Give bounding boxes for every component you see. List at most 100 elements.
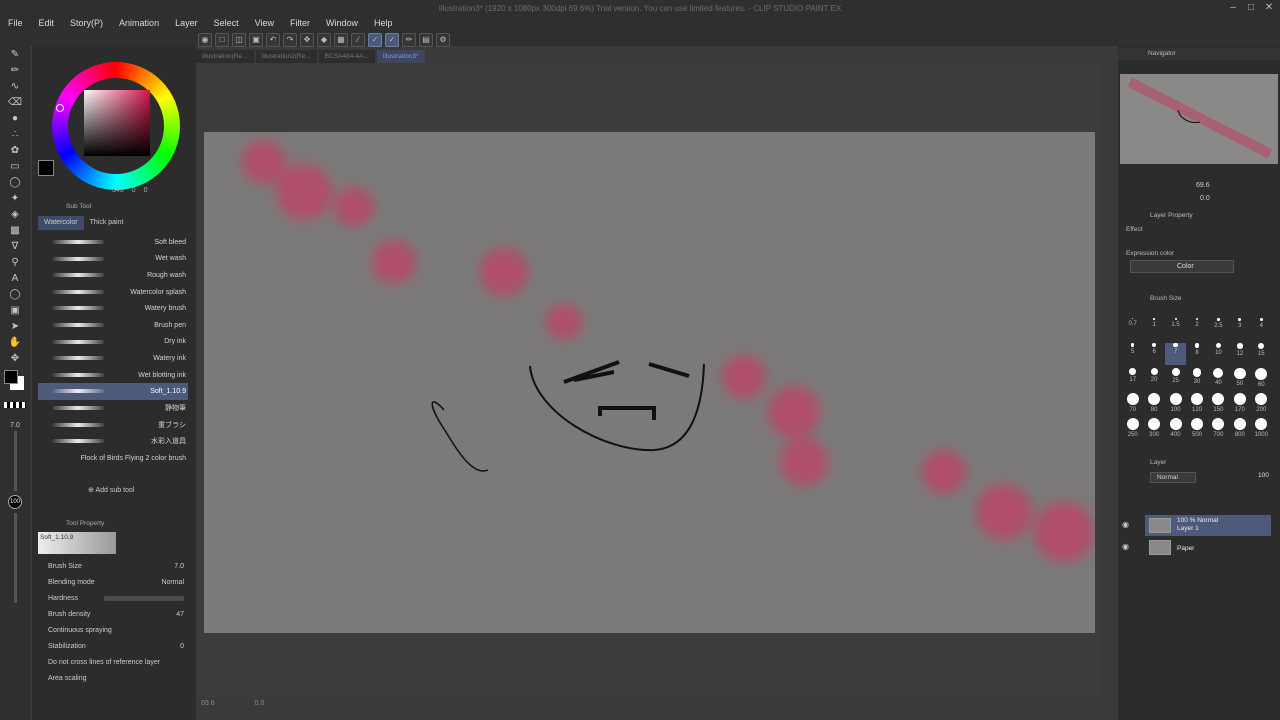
brush-size-cell[interactable]: 40	[1208, 368, 1229, 390]
hardness-slider[interactable]	[104, 595, 184, 601]
menu-select[interactable]: Select	[206, 18, 247, 28]
blending-select[interactable]: Normal	[161, 579, 184, 586]
stabilization-row[interactable]: Stabilization 0	[38, 638, 194, 654]
save-icon[interactable]: ▣	[249, 33, 263, 47]
redo-icon[interactable]: ↷	[283, 33, 297, 47]
brush-size-value[interactable]: 7.0	[174, 563, 184, 570]
menu-animation[interactable]: Animation	[111, 18, 167, 28]
brush-item[interactable]: Watercolor splash	[38, 284, 188, 301]
navigator-angle[interactable]: 0.0	[1200, 195, 1210, 202]
brush-size-cell[interactable]: 1.5	[1165, 318, 1186, 340]
brush-size-cell[interactable]: 7	[1164, 343, 1187, 365]
brush-item[interactable]: Rough wash	[38, 267, 188, 284]
brush-item[interactable]: Wet blotting ink	[38, 367, 188, 384]
menu-layer[interactable]: Layer	[167, 18, 206, 28]
brush-size-cell[interactable]: 500	[1186, 418, 1207, 440]
brush-size-cell[interactable]: 1	[1143, 318, 1164, 340]
opacity-slider-track[interactable]	[14, 513, 17, 603]
saturation-value-square[interactable]	[84, 90, 150, 156]
brush-size-cell[interactable]: 30	[1186, 368, 1207, 390]
move-tool-icon[interactable]: ✥	[6, 352, 24, 366]
eye-icon[interactable]: ◉	[1122, 520, 1129, 529]
figure-tool-icon[interactable]: ▭	[6, 160, 24, 174]
brush-size-cell[interactable]: 250	[1122, 418, 1143, 440]
app-icon[interactable]: ◉	[198, 33, 212, 47]
snap-special-ruler-icon[interactable]: ✓	[368, 33, 382, 47]
layer-opacity[interactable]: 100	[1258, 472, 1269, 479]
brush-size-cell[interactable]: 70	[1122, 393, 1143, 415]
size-slider-track[interactable]	[14, 431, 17, 491]
brush-size-cell[interactable]: 200	[1251, 393, 1272, 415]
brush-size-cell[interactable]: 120	[1186, 393, 1207, 415]
brush-item[interactable]: 静物筆	[38, 400, 188, 417]
layer-blend-select[interactable]: Normal	[1150, 472, 1196, 483]
area-scaling-row[interactable]: Area scaling	[38, 670, 194, 686]
menu-filter[interactable]: Filter	[282, 18, 318, 28]
transform-icon[interactable]: ✥	[300, 33, 314, 47]
auto-select-icon[interactable]: ✦	[6, 192, 24, 206]
brush-size-cell[interactable]: 20	[1143, 368, 1164, 390]
brush-size-cell[interactable]: 5	[1122, 343, 1143, 365]
ruler-icon[interactable]: ▤	[419, 33, 433, 47]
pen-icon[interactable]: ✏	[402, 33, 416, 47]
canvas[interactable]	[204, 132, 1095, 633]
brush-size-cell[interactable]: 2.5	[1208, 318, 1229, 340]
brush-size-cell[interactable]: 2	[1186, 318, 1207, 340]
minimize-icon[interactable]: –	[1226, 2, 1240, 14]
tab-thick-paint[interactable]: Thick paint	[84, 216, 130, 230]
settings-icon[interactable]: ⚙	[436, 33, 450, 47]
tab-illustration-3[interactable]: Illustration3*	[376, 50, 425, 63]
crop-icon[interactable]: ▦	[334, 33, 348, 47]
brush-item[interactable]: 水彩入道具	[38, 433, 188, 450]
brush-size-cell[interactable]: 400	[1165, 418, 1186, 440]
undo-icon[interactable]: ↶	[266, 33, 280, 47]
brush-size-cell[interactable]: 80	[1143, 393, 1164, 415]
main-color-swatch[interactable]	[4, 370, 18, 384]
brush-size-cell[interactable]: 50	[1229, 368, 1250, 390]
eyedropper-tool-icon[interactable]: ∇	[6, 240, 24, 254]
fill-icon[interactable]: ◆	[317, 33, 331, 47]
brush-size-cell[interactable]: 100	[1165, 393, 1186, 415]
snap-ruler-icon[interactable]: ∕	[351, 33, 365, 47]
eye-icon[interactable]: ◉	[1122, 542, 1129, 551]
brush-size-cell[interactable]: 170	[1229, 393, 1250, 415]
brush-size-cell[interactable]: 12	[1229, 343, 1250, 365]
menu-help[interactable]: Help	[366, 18, 401, 28]
eraser-tool-icon[interactable]: ⌫	[6, 96, 24, 110]
density-value[interactable]: 47	[176, 611, 184, 618]
airbrush-tool-icon[interactable]: ∴	[6, 128, 24, 142]
brush-size-cell[interactable]: 10	[1208, 343, 1229, 365]
expression-color-select[interactable]: Color	[1130, 260, 1234, 273]
frame-tool-icon[interactable]: ▣	[6, 304, 24, 318]
continuous-spraying-row[interactable]: Continuous spraying	[38, 622, 194, 638]
pen-tool-icon[interactable]: ✎	[6, 48, 24, 62]
navigator-preview[interactable]	[1120, 74, 1278, 164]
fill-tool-icon[interactable]: ◈	[6, 208, 24, 222]
brush-item[interactable]: Brush pen	[38, 317, 188, 334]
menu-view[interactable]: View	[247, 18, 282, 28]
brush-size-cell[interactable]: 17	[1122, 368, 1143, 390]
brush-size-cell[interactable]: 25	[1165, 368, 1186, 390]
hue-picker-icon[interactable]	[56, 104, 64, 112]
text-tool-icon[interactable]: A	[6, 272, 24, 286]
brush-item[interactable]: Flock of Birds Flying 2 color brush	[38, 450, 188, 467]
menu-file[interactable]: File	[0, 18, 31, 28]
brush-size-cell[interactable]: 0.7	[1122, 318, 1143, 340]
brush-size-cell[interactable]: 60	[1251, 368, 1272, 390]
stabilization-value[interactable]: 0	[180, 643, 184, 650]
brush-tool-icon[interactable]: ∿	[6, 80, 24, 94]
snap-grid-icon[interactable]: ✓	[385, 33, 399, 47]
add-subtool-button[interactable]: ⊕ Add sub tool	[88, 486, 134, 494]
brush-item[interactable]: Soft bleed	[38, 234, 188, 251]
zoom-tool-icon[interactable]: ⚲	[6, 256, 24, 270]
tab-illustration-2[interactable]: Illustration2(Re...	[255, 50, 317, 63]
brush-size-row[interactable]: Brush Size 7.0	[38, 558, 194, 574]
tab-bcsa[interactable]: BCSA484-4A...	[318, 50, 375, 63]
balloon-tool-icon[interactable]: ◯	[6, 288, 24, 302]
menu-window[interactable]: Window	[318, 18, 366, 28]
decoration-tool-icon[interactable]: ✿	[6, 144, 24, 158]
brush-size-cell[interactable]: 8	[1186, 343, 1207, 365]
blending-row[interactable]: Blending mode Normal	[38, 574, 194, 590]
current-color-swatch[interactable]	[38, 160, 54, 176]
density-row[interactable]: Brush density 47	[38, 606, 194, 622]
